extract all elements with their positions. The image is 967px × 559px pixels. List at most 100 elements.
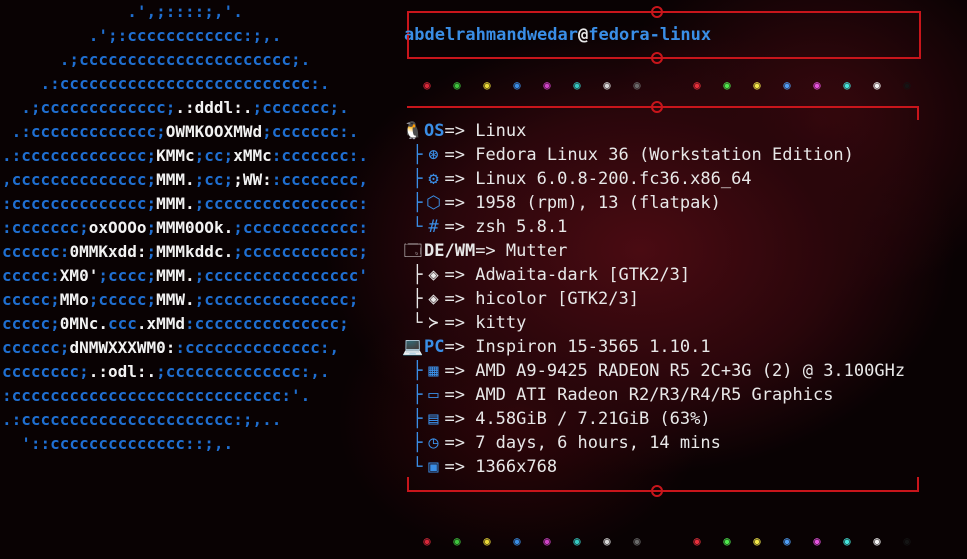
- palette-dot-icon: ◉: [693, 78, 701, 92]
- de-sep: =>: [475, 241, 506, 261]
- frame-marker: [651, 52, 663, 64]
- monitor-icon: ▭: [428, 385, 439, 405]
- palette-dot-icon: ◉: [423, 534, 431, 548]
- gpu-line: ├ ▭ => AMD ATI Radeon R2/R3/R4/R5 Graphics: [412, 385, 834, 405]
- info-frame-right-edge: [917, 106, 919, 120]
- packages-value: => 1958 (rpm), 13 (flatpak): [444, 193, 721, 213]
- color-palette-bottom: ◉ ◉ ◉ ◉ ◉ ◉ ◉ ◉ ◉ ◉ ◉ ◉ ◉ ◉ ◉ ◉: [412, 534, 922, 548]
- palette-dot-icon: ◉: [453, 534, 461, 548]
- logo-line: :ccccccc;oxOOOo;MMM0OOk.;cccccccccccc:: [2, 218, 369, 237]
- palette-dot-icon: ◉: [453, 78, 461, 92]
- logo-line: cccccc:0MMKxdd:;MMMkddc.;cccccccccccc;: [2, 242, 369, 261]
- package-icon: ⬡: [426, 193, 441, 213]
- os-line: 🐧OS=> Linux: [402, 119, 526, 143]
- logo-line: cccccccc;.:odl:.;cccccccccccccc:,.: [2, 362, 330, 381]
- palette-dot-icon: ◉: [513, 78, 521, 92]
- memory-icon: ▤: [428, 409, 439, 429]
- laptop-icon: 💻: [402, 337, 424, 357]
- frame-marker: [651, 101, 663, 113]
- terminal-line: └ ≻ => kitty: [412, 313, 527, 333]
- palette-dot-icon: ◉: [783, 78, 791, 92]
- palette-dot-icon: ◉: [903, 78, 911, 92]
- palette-dot-icon: ◉: [423, 78, 431, 92]
- palette-dot-icon: ◉: [813, 534, 821, 548]
- clock-icon: ◷: [428, 433, 439, 453]
- logo-line: .;cccccccccccccccccccccc;.: [2, 50, 311, 69]
- logo-line: .';:cccccccccccc:;,.: [2, 26, 282, 45]
- pc-line: 💻PC=> Inspiron 15-3565 1.10.1: [402, 335, 711, 359]
- palette-dot-icon: ◉: [693, 534, 701, 548]
- logo-line: ,cccccccccccccc;MMM.;cc;;WW::cccccccc,: [2, 170, 369, 189]
- palette-dot-icon: ◉: [483, 534, 491, 548]
- cpu-line: ├ ▦ => AMD A9-9425 RADEON R5 2C+3G (2) @ 3…: [412, 361, 906, 381]
- palette-dot-icon: ◉: [543, 78, 551, 92]
- logo-line: .',;::::;,'.: [2, 2, 243, 21]
- hash-icon: #: [428, 217, 439, 237]
- gear-icon: ⚙: [428, 169, 439, 189]
- packages-line: ├ ⬡ => 1958 (rpm), 13 (flatpak): [412, 193, 721, 213]
- tux-icon: 🐧: [402, 121, 424, 141]
- palette-dot-icon: ◉: [843, 78, 851, 92]
- color-palette-top: ◉ ◉ ◉ ◉ ◉ ◉ ◉ ◉ ◉ ◉ ◉ ◉ ◉ ◉ ◉ ◉: [412, 78, 922, 92]
- palette-dot-icon: ◉: [573, 78, 581, 92]
- shell-line: └ # => zsh 5.8.1: [412, 217, 568, 237]
- palette-dot-icon: ◉: [873, 78, 881, 92]
- pc-key: PC: [424, 337, 445, 357]
- palette-dot-icon: ◉: [753, 78, 761, 92]
- window-icon: 🗔: [403, 241, 423, 261]
- logo-line: ccccc;MMo;ccccc;MMW.;ccccccccccccccc;: [2, 290, 359, 309]
- distro-line: ├ ⊛ => Fedora Linux 36 (Workstation Editio…: [412, 145, 854, 165]
- palette-dot-icon: ◉: [783, 534, 791, 548]
- icons-value: => hicolor [GTK2/3]: [444, 289, 639, 309]
- terminal-icon: ≻: [428, 313, 439, 333]
- palette-dot-icon: ◉: [813, 78, 821, 92]
- palette-dot-icon: ◉: [843, 534, 851, 548]
- theme-line: ├ ◈ => Adwaita-dark [GTK2/3]: [412, 265, 691, 285]
- uptime-value: => 7 days, 6 hours, 14 mins: [444, 433, 721, 453]
- logo-line: .:ccccccccccccc;KMMc;cc;xMMc:ccccccc:.: [2, 146, 369, 165]
- info-frame-left-edge: [407, 477, 409, 491]
- palette-gap: [652, 534, 682, 548]
- palette-dot-icon: ◉: [723, 534, 731, 548]
- logo-line: ccccc:XM0';cccc;MMM.;cccccccccccccccc': [2, 266, 369, 285]
- palette-dot-icon: ◉: [483, 78, 491, 92]
- palette-dot-icon: ◉: [873, 534, 881, 548]
- logo-line: .:cccccccccccccccccccccc:;,..: [2, 410, 282, 429]
- fedora-ascii-logo: .',;::::;,'. .';:cccccccccccc:;,. .;cccc…: [2, 0, 368, 456]
- os-value: Linux: [475, 121, 527, 141]
- kernel-line: ├ ⚙ => Linux 6.0.8-200.fc36.x86_64: [412, 169, 752, 189]
- logo-line: cccccc;dNMWXXXWM0::cccccccccccccc:,: [2, 338, 340, 357]
- frame-marker: [651, 485, 663, 497]
- palette-dot-icon: ◉: [633, 534, 641, 548]
- resolution-line: └ ▣ => 1366x768: [412, 457, 558, 477]
- de-key: DE/WM: [424, 241, 476, 261]
- theme-value: => Adwaita-dark [GTK2/3]: [444, 265, 691, 285]
- frame-marker: [651, 6, 663, 18]
- de-line: 🗔 DE/WM=> Mutter: [402, 239, 568, 263]
- theme-icon: ◈: [428, 265, 439, 285]
- image-icon: ▣: [428, 457, 439, 477]
- palette-dot-icon: ◉: [513, 534, 521, 548]
- logo-line: :cccccccccccccccccccccccccccc:'.: [2, 386, 311, 405]
- os-sep: =>: [444, 121, 476, 141]
- info-frame-top: [407, 106, 919, 108]
- pc-value: Inspiron 15-3565 1.10.1: [475, 337, 711, 357]
- shell-value: => zsh 5.8.1: [444, 217, 568, 237]
- kernel-value: => Linux 6.0.8-200.fc36.x86_64: [444, 169, 752, 189]
- terminal-value: => kitty: [444, 313, 527, 333]
- logo-line: .:ccccccccccccc;OWMKOOXMWd;ccccccc:.: [2, 122, 359, 141]
- os-key: OS: [424, 121, 445, 141]
- palette-dot-icon: ◉: [603, 78, 611, 92]
- cpu-icon: ▦: [428, 361, 439, 381]
- palette-dot-icon: ◉: [573, 534, 581, 548]
- info-frame-bottom: [407, 490, 919, 492]
- info-frame-right-edge: [917, 477, 919, 491]
- logo-line: :cccccccccccccc;MMM.;cccccccccccccccc:: [2, 194, 369, 213]
- uptime-line: ├ ◷ => 7 days, 6 hours, 14 mins: [412, 433, 721, 453]
- gpu-value: => AMD ATI Radeon R2/R3/R4/R5 Graphics: [444, 385, 834, 405]
- palette-gap: [652, 78, 682, 92]
- logo-line: ccccc;0MNc.ccc.xMMd:ccccccccccccccc;: [2, 314, 349, 333]
- cpu-value: => AMD A9-9425 RADEON R5 2C+3G (2) @ 3.1…: [444, 361, 906, 381]
- icons-icon: ◈: [428, 289, 439, 309]
- de-value: Mutter: [505, 241, 568, 261]
